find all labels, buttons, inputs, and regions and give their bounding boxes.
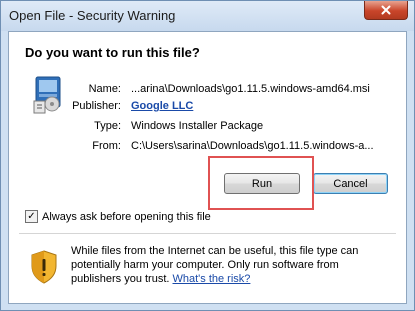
name-label: Name: <box>88 83 121 95</box>
always-ask-checkbox[interactable]: ✓ <box>25 210 38 223</box>
always-ask-checkbox-row[interactable]: ✓ Always ask before opening this file <box>25 210 211 223</box>
window-title: Open File - Security Warning <box>9 8 176 23</box>
close-icon <box>381 5 391 15</box>
from-label: From: <box>92 140 121 152</box>
run-button[interactable]: Run <box>224 173 300 194</box>
type-label: Type: <box>94 120 121 132</box>
cancel-button[interactable]: Cancel <box>313 173 388 194</box>
from-value: C:\Users\sarina\Downloads\go1.11.5.windo… <box>131 140 374 152</box>
security-shield-icon <box>31 250 57 284</box>
dialog-body: Do you want to run this file? Name: ...a… <box>8 31 407 304</box>
always-ask-label[interactable]: Always ask before opening this file <box>42 211 211 223</box>
installer-package-icon <box>33 76 61 114</box>
publisher-link[interactable]: Google LLC <box>131 100 193 112</box>
security-warning-window: Open File - Security Warning Do you want… <box>0 0 415 311</box>
close-button[interactable] <box>364 1 408 20</box>
dialog-question: Do you want to run this file? <box>25 45 200 60</box>
warning-message: While files from the Internet can be use… <box>71 244 391 286</box>
name-value: ...arina\Downloads\go1.11.5.windows-amd6… <box>131 83 370 95</box>
separator <box>19 233 396 234</box>
type-value: Windows Installer Package <box>131 120 264 132</box>
title-bar[interactable]: Open File - Security Warning <box>1 1 414 31</box>
publisher-label: Publisher: <box>72 100 121 112</box>
checkmark-icon: ✓ <box>27 210 36 222</box>
whats-the-risk-link[interactable]: What's the risk? <box>173 273 251 285</box>
